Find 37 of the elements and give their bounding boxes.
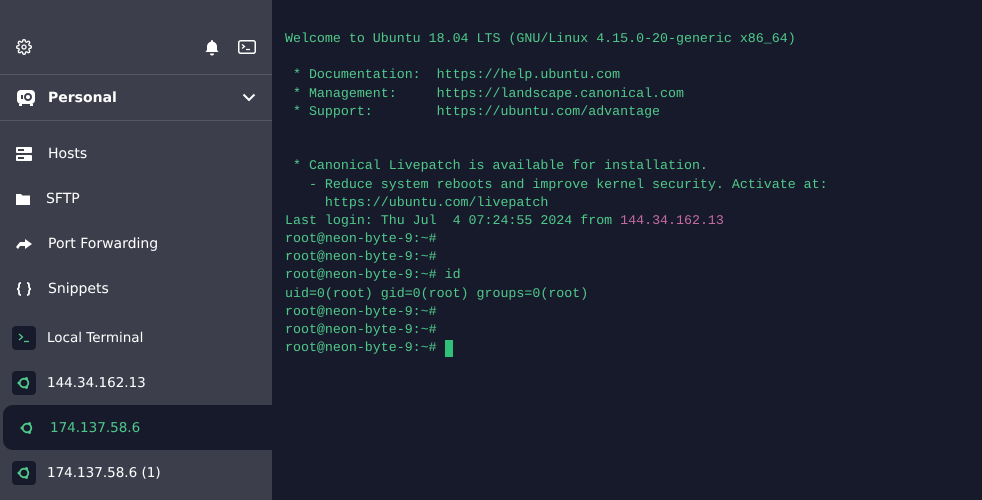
ubuntu-icon xyxy=(17,376,31,390)
terminal-line: - Reduce system reboots and improve kernel security. Activate at: xyxy=(308,176,828,194)
terminal-line: Last login: Thu Jul 4 07:24:55 2024 from 144.34.162.13 xyxy=(285,212,724,230)
host-item[interactable]: Local Terminal xyxy=(0,315,272,360)
nav-item[interactable]: SFTP xyxy=(0,176,272,221)
host-item[interactable]: 174.137.58.6 xyxy=(3,405,272,450)
ubuntu-icon xyxy=(17,466,31,480)
terminal-line: Welcome to Ubuntu 18.04 LTS (GNU/Linux 4.15.0-20-generic x86_64) xyxy=(285,30,796,48)
terminal-line: * Documentation: https://help.ubuntu.com xyxy=(292,66,620,84)
terminal-icon[interactable] xyxy=(238,40,256,54)
ubuntu-icon xyxy=(20,420,34,434)
nav-item[interactable]: Snippets xyxy=(0,266,272,311)
vault-icon xyxy=(16,88,36,106)
folder-icon xyxy=(16,192,30,204)
terminal-line: * Management: https://landscape.canonical.com xyxy=(292,84,684,103)
terminal-line: root@neon-byte-9:~# xyxy=(285,230,437,248)
settings-icon[interactable] xyxy=(16,39,32,55)
terminal-line: root@neon-byte-9:~# xyxy=(285,339,437,358)
host-item[interactable]: 144.34.162.13 xyxy=(0,360,272,405)
terminal-line: root@neon-byte-9:~# xyxy=(285,321,437,339)
terminal-line: https://ubuntu.com/livepatch xyxy=(324,194,548,212)
server-icon xyxy=(16,146,32,160)
braces-icon xyxy=(16,282,32,296)
terminal-line: root@neon-byte-9:~# xyxy=(285,302,437,321)
prompt-icon xyxy=(18,332,30,342)
terminal-line: uid=0(root) gid=0(root) groups=0(root) xyxy=(285,284,588,303)
terminal-line: root@neon-byte-9:~# id xyxy=(285,266,461,284)
terminal-line: root@neon-byte-9:~# xyxy=(285,248,437,266)
chevron-icon[interactable] xyxy=(242,93,256,102)
arrow-icon xyxy=(16,238,32,250)
terminal-line: * Canonical Livepatch is available for installation. xyxy=(292,157,708,176)
host-item[interactable]: 174.137.58.6 (1) xyxy=(0,450,272,495)
nav-item[interactable]: Hosts xyxy=(0,131,272,176)
nav-item[interactable]: Port Forwarding xyxy=(0,221,272,266)
bell-icon[interactable] xyxy=(204,38,220,56)
terminal-line: * Support: https://ubuntu.com/advantage xyxy=(292,102,660,121)
workspace-selector[interactable]: Personal xyxy=(0,75,272,121)
